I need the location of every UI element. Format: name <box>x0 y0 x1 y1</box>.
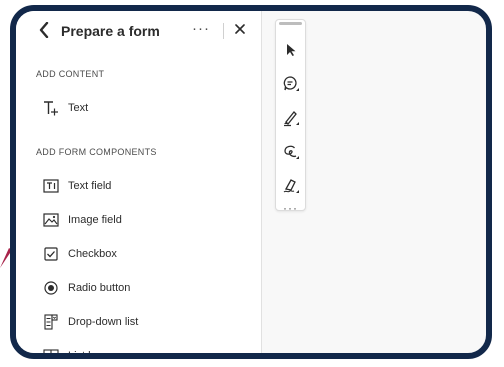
highlight-tool-button[interactable] <box>278 105 303 130</box>
image-field-item[interactable]: Image field <box>32 207 252 233</box>
close-button[interactable] <box>230 19 250 39</box>
section-heading-form-components: ADD FORM COMPONENTS <box>36 147 157 157</box>
radio-button-icon <box>42 279 60 297</box>
dropdown-list-item[interactable]: Drop-down list <box>32 309 252 335</box>
toolbar-drag-handle[interactable] <box>279 22 302 25</box>
radio-button-label: Radio button <box>68 282 131 294</box>
list-box-icon <box>42 347 60 353</box>
document-canvas[interactable] <box>311 11 486 353</box>
text-field-icon <box>42 177 60 195</box>
draw-lasso-icon <box>283 145 299 159</box>
checkbox-label: Checkbox <box>68 248 117 260</box>
draw-tool-button[interactable] <box>278 139 303 164</box>
quick-tools-toolbar: ··· <box>275 19 306 215</box>
text-field-label: Text field <box>68 180 112 192</box>
app-window: Prepare a form ··· ADD CONTENT Text ADD … <box>10 5 492 359</box>
select-tool-button[interactable] <box>278 37 303 62</box>
chevron-left-icon <box>39 22 49 38</box>
select-arrow-icon <box>286 43 295 56</box>
more-options-button[interactable]: ··· <box>192 20 210 37</box>
text-plus-icon <box>42 99 60 117</box>
panel-header: Prepare a form ··· <box>16 11 261 53</box>
panel-title: Prepare a form <box>61 23 160 39</box>
image-field-icon <box>42 211 60 229</box>
list-box-label: List box <box>68 350 106 359</box>
image-field-label: Image field <box>68 214 122 226</box>
text-field-item[interactable]: Text field <box>32 173 252 199</box>
more-tools-button[interactable]: ··· <box>278 201 303 215</box>
checkbox-icon <box>42 245 60 263</box>
sign-tool-button[interactable] <box>278 173 303 198</box>
comment-tool-button[interactable] <box>278 71 303 96</box>
add-text-label: Text <box>68 102 89 114</box>
checkbox-item[interactable]: Checkbox <box>32 241 252 267</box>
highlight-pen-icon <box>283 110 299 126</box>
signature-icon <box>283 178 299 193</box>
add-text-item[interactable]: Text <box>32 95 252 121</box>
header-divider <box>223 23 224 39</box>
close-icon <box>235 24 245 34</box>
list-box-item[interactable]: List box <box>32 343 252 359</box>
dropdown-list-icon <box>42 313 60 331</box>
radio-button-item[interactable]: Radio button <box>32 275 252 301</box>
section-heading-add-content: ADD CONTENT <box>36 69 105 79</box>
back-button[interactable] <box>35 20 53 40</box>
prepare-form-panel: Prepare a form ··· ADD CONTENT Text ADD … <box>16 11 262 353</box>
dropdown-list-label: Drop-down list <box>68 316 139 328</box>
comment-icon <box>283 75 299 91</box>
